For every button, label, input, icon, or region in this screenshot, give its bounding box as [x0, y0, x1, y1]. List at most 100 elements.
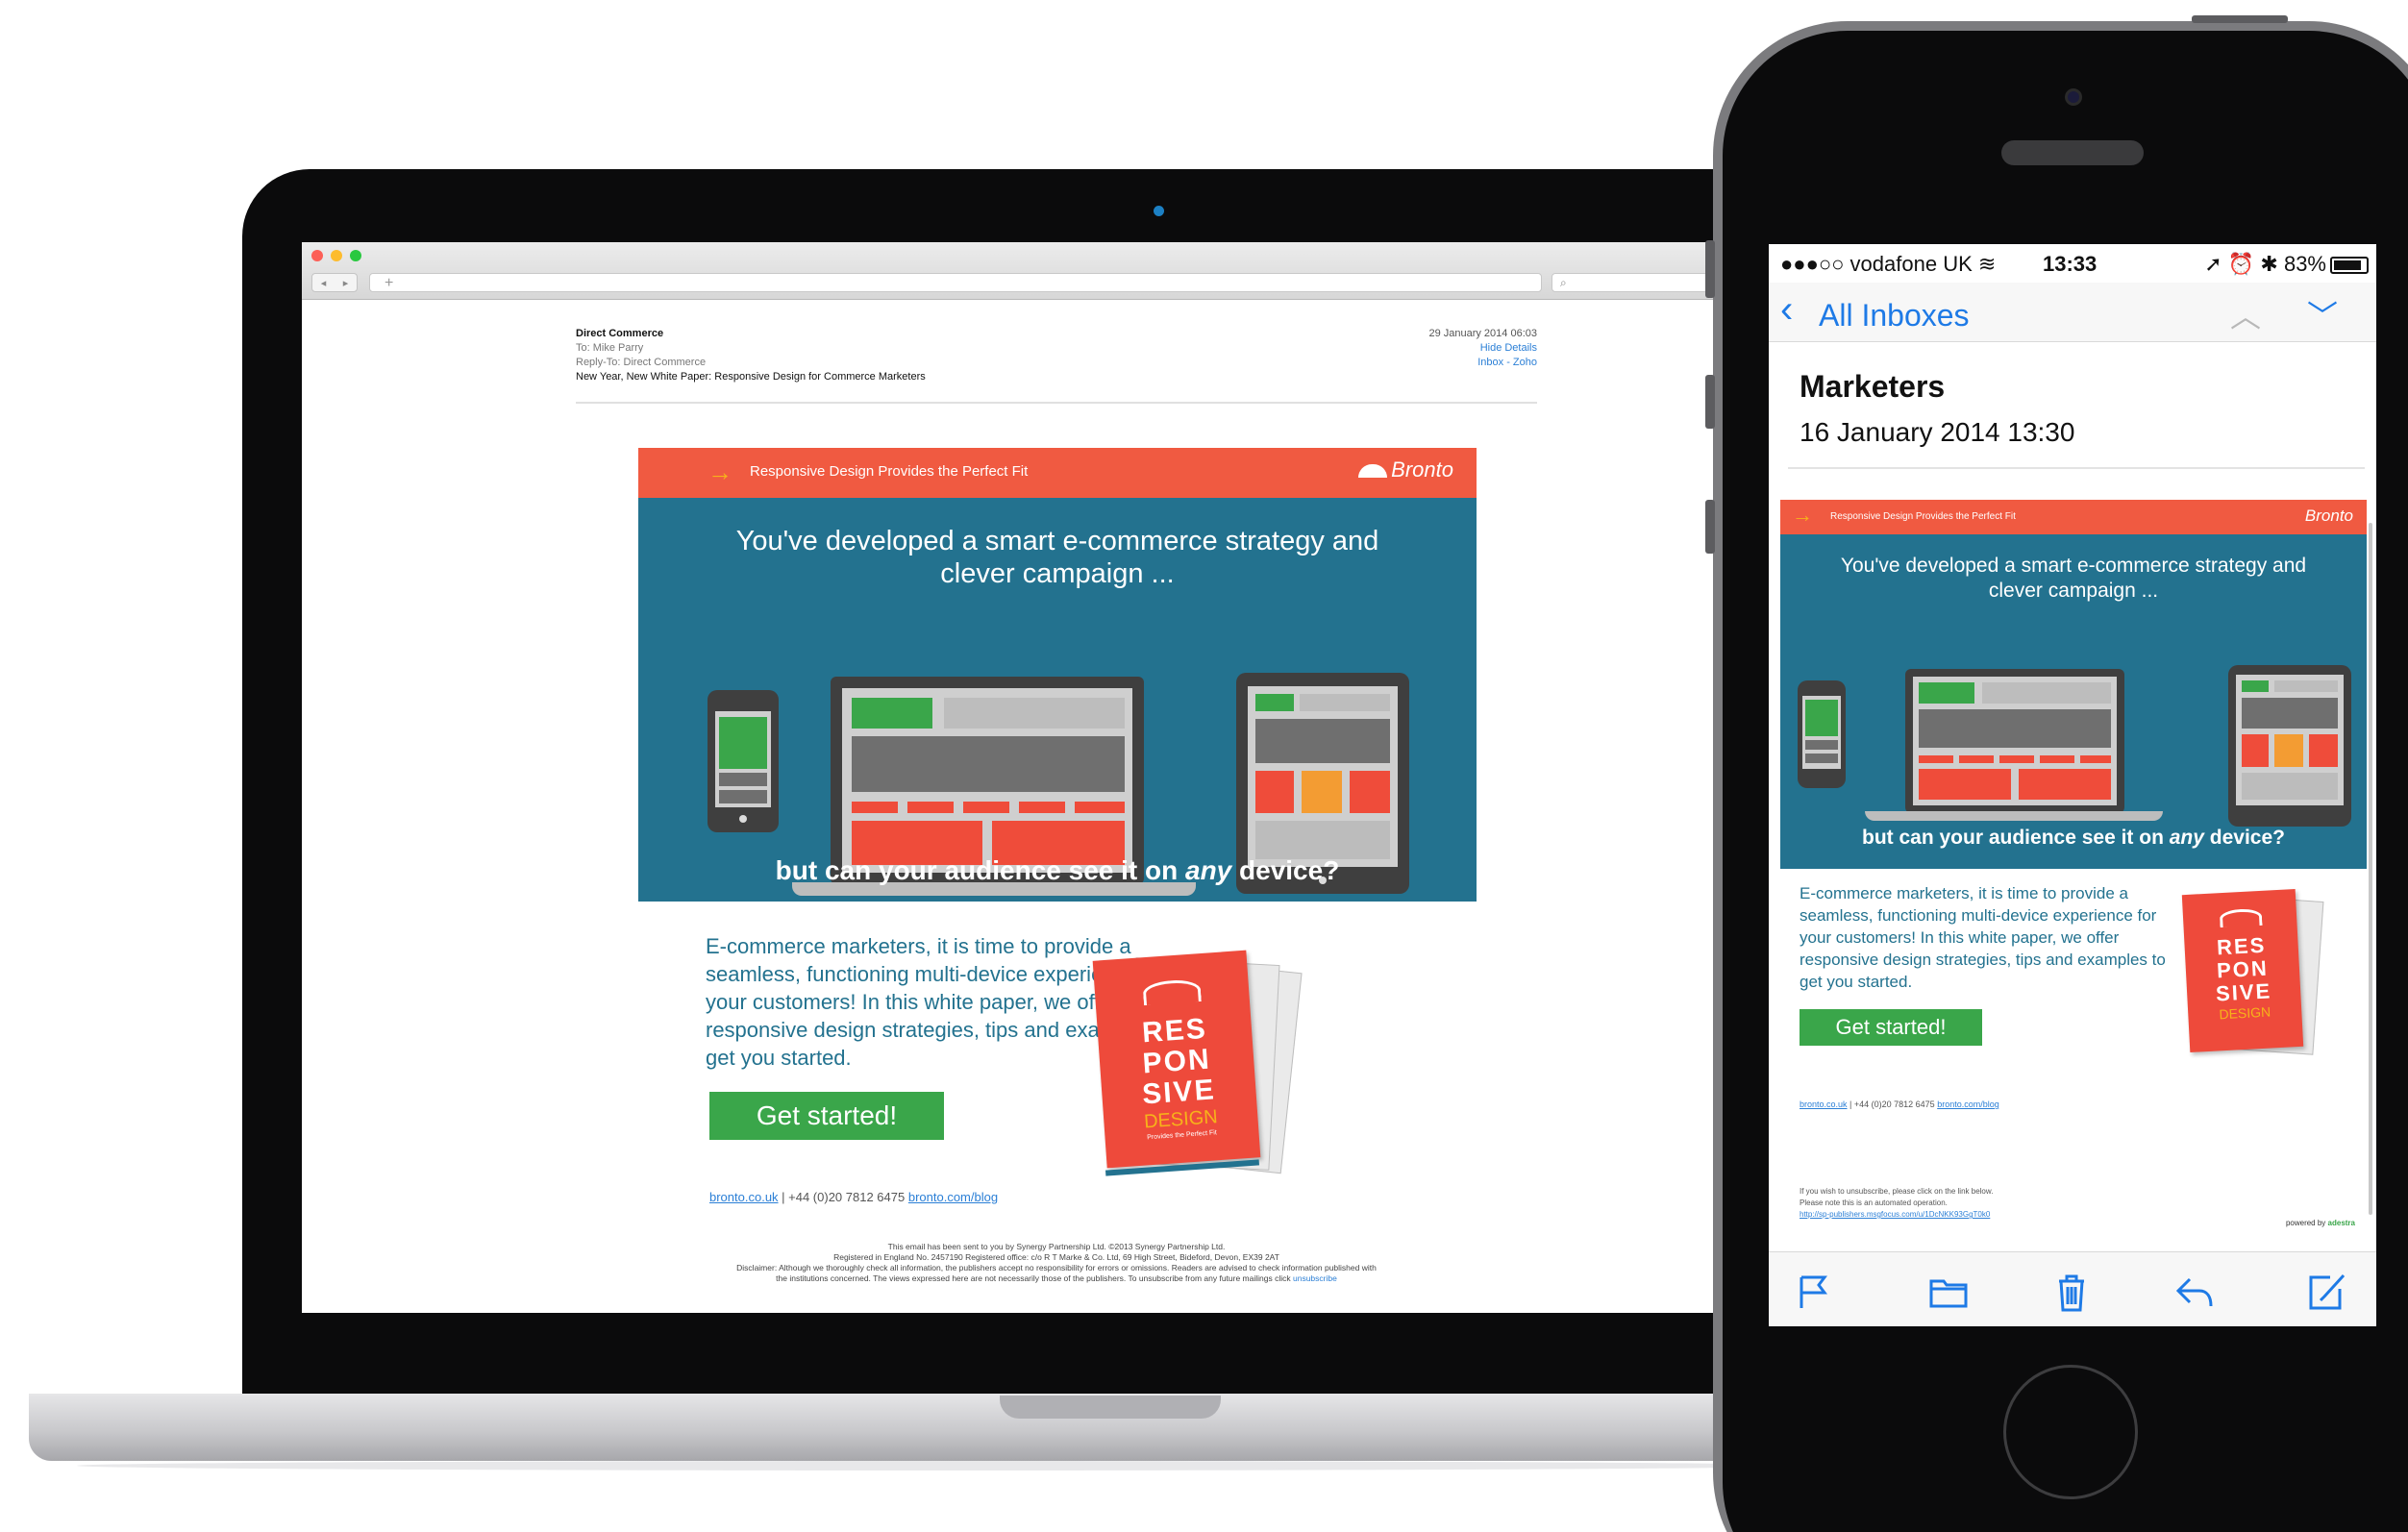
- newsletter-links: bronto.co.uk | +44 (0)20 7812 6475 bront…: [709, 1190, 998, 1204]
- newsletter-footer: This email has been sent to you by Syner…: [633, 1242, 1479, 1284]
- powered-by-text: powered by: [2285, 1219, 2328, 1227]
- back-forward-buttons[interactable]: ◂ ▸: [311, 273, 358, 292]
- laptop-notch: [1000, 1396, 1221, 1419]
- close-window-button[interactable]: [311, 250, 323, 261]
- mail-header-right: 29 January 2014 06:03 Hide Details Inbox…: [1428, 327, 1537, 370]
- hanger-icon: [1142, 978, 1202, 1006]
- bronto-uk-link[interactable]: bronto.co.uk: [709, 1190, 779, 1204]
- folder-icon[interactable]: [1926, 1270, 1971, 1314]
- phone-volume-down: [1705, 500, 1715, 554]
- adestra-logo: adestra: [2327, 1219, 2355, 1227]
- phone-mute-switch: [1705, 240, 1715, 298]
- compose-icon[interactable]: [2305, 1270, 2349, 1314]
- status-right: ➚ ⏰ ✱ 83%: [2204, 252, 2369, 277]
- battery-percent: 83%: [2283, 252, 2326, 276]
- laptop-camera: [1154, 206, 1164, 216]
- phone-hero-sub-emphasis: any: [2169, 827, 2204, 849]
- chevron-down-icon[interactable]: ﹀: [2307, 292, 2338, 336]
- phone-illustration-tablet: [2228, 665, 2351, 827]
- unsubscribe-line-1: If you wish to unsubscribe, please click…: [1800, 1187, 1994, 1196]
- carrier-signal: ●●●○○ vodafone UK ≋: [1780, 252, 1996, 277]
- footer-line-4: the institutions concerned. The views ex…: [633, 1273, 1479, 1284]
- phone-bronto-blog-link[interactable]: bronto.com/blog: [1937, 1100, 1999, 1109]
- mailbox-link[interactable]: Inbox - Zoho: [1428, 356, 1537, 370]
- hero-headline: You've developed a smart e-commerce stra…: [735, 526, 1379, 589]
- divider: [1788, 467, 2365, 469]
- search-icon: ⌕: [1560, 276, 1567, 289]
- phone-camera: [2065, 88, 2082, 106]
- new-tab-icon[interactable]: +: [385, 275, 393, 292]
- hero-sub-text: but can your audience see it on: [775, 855, 1185, 885]
- chevron-up-icon[interactable]: ︿: [2230, 292, 2261, 336]
- all-inboxes-button[interactable]: All Inboxes: [1819, 298, 1970, 334]
- battery-icon: [2330, 257, 2369, 275]
- phone-sleep-button: [2192, 15, 2288, 23]
- trash-icon[interactable]: [2049, 1270, 2094, 1314]
- hero-sub-emphasis: any: [1185, 855, 1232, 885]
- hide-details-link[interactable]: Hide Details: [1428, 341, 1537, 356]
- arrow-right-icon: →: [708, 457, 732, 486]
- phone-newsletter-hero[interactable]: You've developed a smart e-commerce stra…: [1780, 534, 2367, 869]
- phone-number-text: | +44 (0)20 7812 6475: [778, 1190, 908, 1204]
- location-icon: ➚: [2204, 252, 2222, 276]
- phone-bronto-logo[interactable]: Bronto: [2305, 507, 2353, 526]
- phone-illustration-phone: [1798, 680, 1846, 788]
- zoom-window-button[interactable]: [350, 250, 361, 261]
- phone-newsletter-tagline: Responsive Design Provides the Perfect F…: [1830, 511, 2016, 522]
- phone-white-paper-cover[interactable]: RES PON SIVE DESIGN: [2181, 889, 2304, 1052]
- illustration-laptop: [831, 677, 1144, 884]
- unsubscribe-line-2: Please note this is an automated operati…: [1800, 1198, 1948, 1207]
- newsletter-top-bar: → Responsive Design Provides the Perfect…: [638, 448, 1477, 498]
- mail-from: Direct Commerce: [576, 328, 664, 339]
- address-bar[interactable]: [369, 273, 1542, 292]
- flag-icon[interactable]: [1792, 1270, 1836, 1314]
- newsletter-hero[interactable]: You've developed a smart e-commerce stra…: [638, 498, 1477, 902]
- phone-newsletter-links: bronto.co.uk | +44 (0)20 7812 6475 bront…: [1800, 1100, 1999, 1109]
- message-subject: Marketers: [1800, 369, 1946, 404]
- bronto-dinosaur-icon: [1358, 464, 1388, 479]
- wifi-icon: ≋: [1977, 252, 1997, 276]
- reply-icon[interactable]: [2172, 1270, 2217, 1314]
- mail-reply-to: Reply-To: Direct Commerce: [576, 357, 707, 368]
- back-arrow-icon[interactable]: ◂: [321, 277, 327, 289]
- browser-toolbar: ◂ ▸ + ⌕: [302, 242, 1725, 300]
- bronto-logo[interactable]: Bronto: [1358, 457, 1453, 482]
- phone-speaker: [2001, 140, 2144, 165]
- illustration-phone: [708, 690, 779, 832]
- carrier-text: ●●●○○ vodafone UK: [1780, 252, 1973, 276]
- laptop-shadow: [77, 1461, 1807, 1470]
- status-time: 13:33: [2043, 252, 2098, 276]
- phone-screen: ●●●○○ vodafone UK ≋ 13:33 ➚ ⏰ ✱ 83% ‹ Al…: [1769, 244, 2376, 1326]
- phone-illustration-laptop-base: [1865, 811, 2163, 821]
- footer-line-2: Registered in England No. 2457190 Regist…: [833, 1252, 1279, 1262]
- forward-arrow-icon[interactable]: ▸: [343, 277, 349, 289]
- get-started-button[interactable]: Get started!: [709, 1092, 944, 1140]
- phone-home-button[interactable]: [2003, 1365, 2138, 1499]
- arrow-right-icon: →: [1792, 503, 1813, 527]
- footer-line-4-text: the institutions concerned. The views ex…: [776, 1273, 1293, 1283]
- phone-hero-subheadline: but can your audience see it on any devi…: [1780, 827, 2367, 850]
- phone-newsletter-top-bar: → Responsive Design Provides the Perfect…: [1780, 500, 2367, 534]
- unsubscribe-link[interactable]: http://sp-publishers.msgfocus.com/u/1DcN…: [1800, 1209, 2117, 1221]
- bronto-wordmark: Bronto: [1391, 457, 1453, 482]
- mail-nav-bar: ‹ All Inboxes ︿ ﹀: [1769, 283, 2376, 342]
- footer-line-1: This email has been sent to you by Syner…: [887, 1242, 1226, 1251]
- chevron-left-icon[interactable]: ‹: [1780, 290, 1793, 329]
- scrollbar[interactable]: [2369, 523, 2372, 1215]
- ios-status-bar: ●●●○○ vodafone UK ≋ 13:33 ➚ ⏰ ✱ 83%: [1769, 244, 2376, 283]
- phone-volume-up: [1705, 375, 1715, 429]
- minimize-window-button[interactable]: [331, 250, 342, 261]
- phone-bronto-uk-link[interactable]: bronto.co.uk: [1800, 1100, 1848, 1109]
- mail-toolbar: [1769, 1251, 2376, 1326]
- unsubscribe-link[interactable]: unsubscribe: [1293, 1273, 1337, 1283]
- footer-line-3: Disclaimer: Although we thoroughly check…: [736, 1263, 1377, 1273]
- white-paper-cover[interactable]: RES PON SIVE DESIGN Provides the Perfect…: [1092, 950, 1261, 1169]
- phone-hero-sub-tail: device?: [2203, 827, 2285, 849]
- powered-by: powered by adestra: [2286, 1219, 2355, 1227]
- bronto-blog-link[interactable]: bronto.com/blog: [908, 1190, 998, 1204]
- alarm-icon: ⏰: [2227, 252, 2255, 276]
- mail-header: Direct Commerce To: Mike Parry Reply-To:…: [576, 327, 1537, 404]
- phone-unsubscribe-footer: If you wish to unsubscribe, please click…: [1800, 1186, 2117, 1221]
- phone-get-started-button[interactable]: Get started!: [1800, 1009, 1982, 1046]
- browser-search-field[interactable]: ⌕: [1552, 273, 1715, 292]
